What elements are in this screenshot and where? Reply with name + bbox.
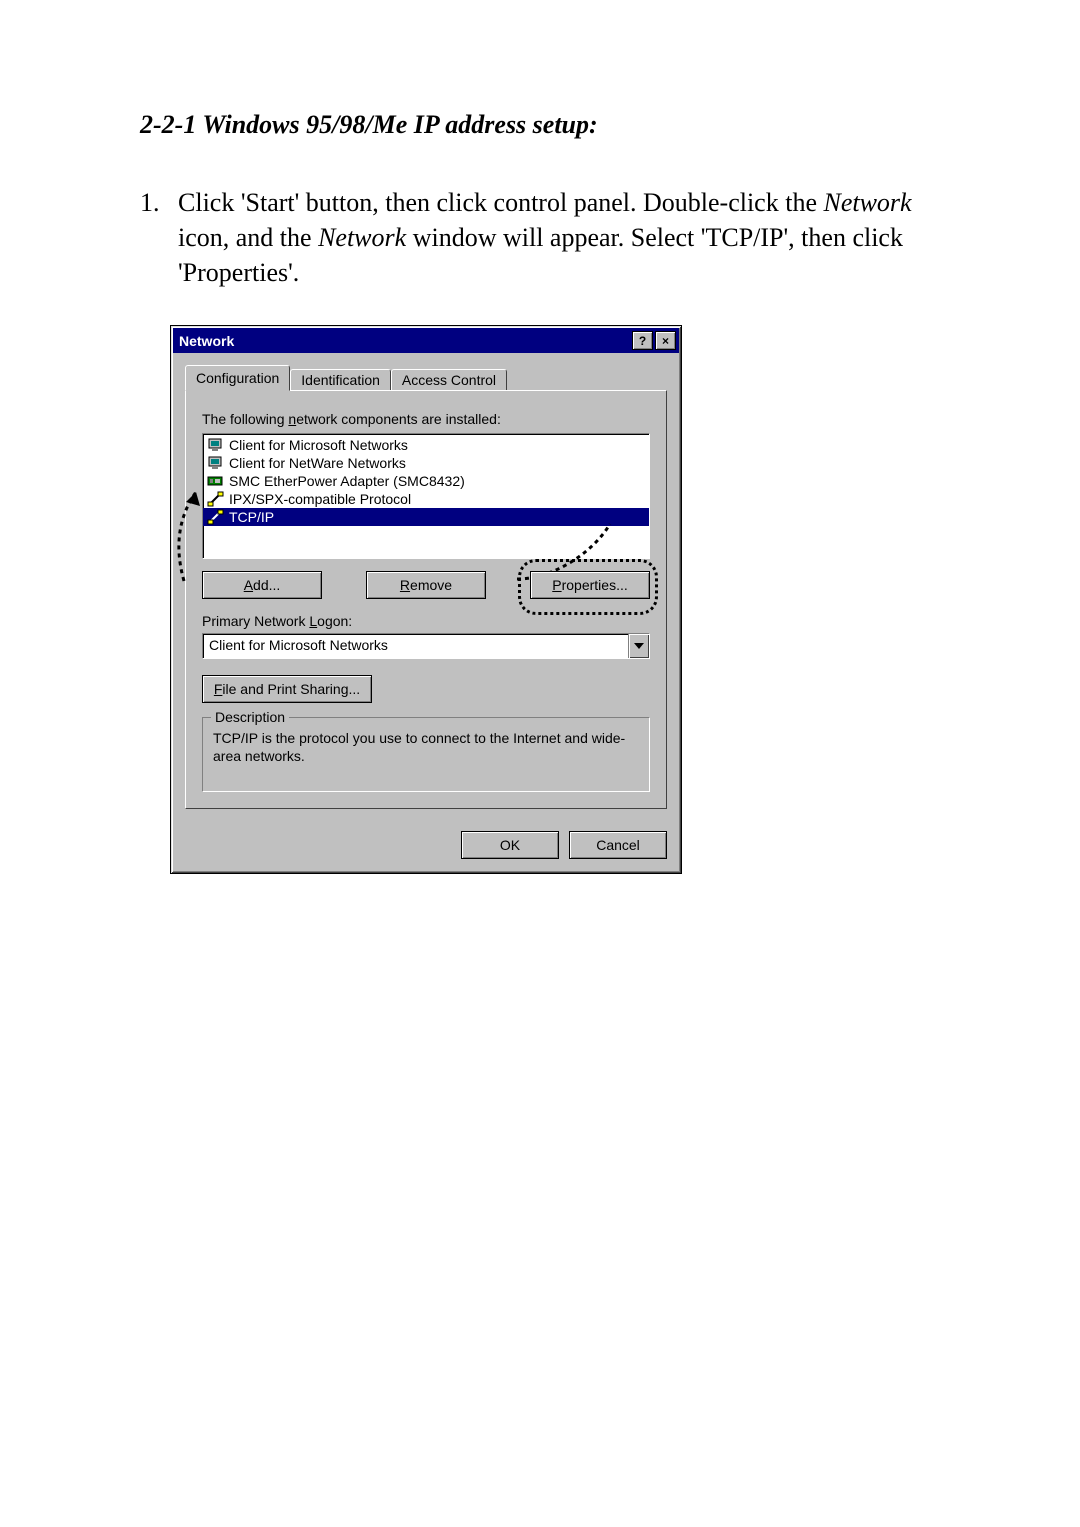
description-group: Description TCP/IP is the protocol you u… xyxy=(202,717,650,792)
section-heading: 2-2-1 Windows 95/98/Me IP address setup: xyxy=(140,110,950,140)
dialog-title: Network xyxy=(179,333,234,349)
list-item-selected[interactable]: TCP/IP xyxy=(203,508,649,526)
adapter-icon xyxy=(207,473,225,489)
protocol-icon xyxy=(207,491,225,507)
protocol-icon xyxy=(207,509,225,525)
tab-strip: Configuration Identification Access Cont… xyxy=(185,365,667,390)
primary-logon-combobox[interactable]: Client for Microsoft Networks xyxy=(202,633,650,659)
tab-identification[interactable]: Identification xyxy=(290,369,391,390)
cancel-button[interactable]: Cancel xyxy=(569,831,667,859)
list-item[interactable]: Client for Microsoft Networks xyxy=(203,436,649,454)
list-item[interactable]: Client for NetWare Networks xyxy=(203,454,649,472)
dropdown-button[interactable] xyxy=(628,634,649,658)
logon-label: Primary Network Logon: xyxy=(202,613,650,629)
chevron-down-icon xyxy=(634,643,644,649)
description-legend: Description xyxy=(211,709,289,725)
client-icon xyxy=(207,455,225,471)
tab-configuration[interactable]: Configuration xyxy=(185,365,290,391)
step-number: 1. xyxy=(140,185,178,290)
add-button[interactable]: Add... xyxy=(202,571,322,599)
tab-panel-configuration: The following network components are ins… xyxy=(185,390,667,809)
properties-button[interactable]: Properties... xyxy=(530,571,650,599)
help-button[interactable]: ? xyxy=(632,331,653,350)
list-item[interactable]: SMC EtherPower Adapter (SMC8432) xyxy=(203,472,649,490)
close-button[interactable]: × xyxy=(655,331,676,350)
components-listbox[interactable]: Client for Microsoft Networks Client for… xyxy=(202,433,650,559)
step-text: Click 'Start' button, then click control… xyxy=(178,185,950,290)
titlebar: Network ? × xyxy=(173,328,679,353)
step-1: 1. Click 'Start' button, then click cont… xyxy=(140,185,950,290)
client-icon xyxy=(207,437,225,453)
components-label: The following network components are ins… xyxy=(202,411,650,427)
tab-access-control[interactable]: Access Control xyxy=(391,369,507,390)
ok-button[interactable]: OK xyxy=(461,831,559,859)
file-print-sharing-button[interactable]: File and Print Sharing... xyxy=(202,675,372,703)
network-dialog: Network ? × Configuration Identification… xyxy=(170,325,682,874)
description-text: TCP/IP is the protocol you use to connec… xyxy=(213,726,639,765)
list-item[interactable]: IPX/SPX-compatible Protocol xyxy=(203,490,649,508)
combo-value: Client for Microsoft Networks xyxy=(203,634,628,658)
remove-button[interactable]: Remove xyxy=(366,571,486,599)
